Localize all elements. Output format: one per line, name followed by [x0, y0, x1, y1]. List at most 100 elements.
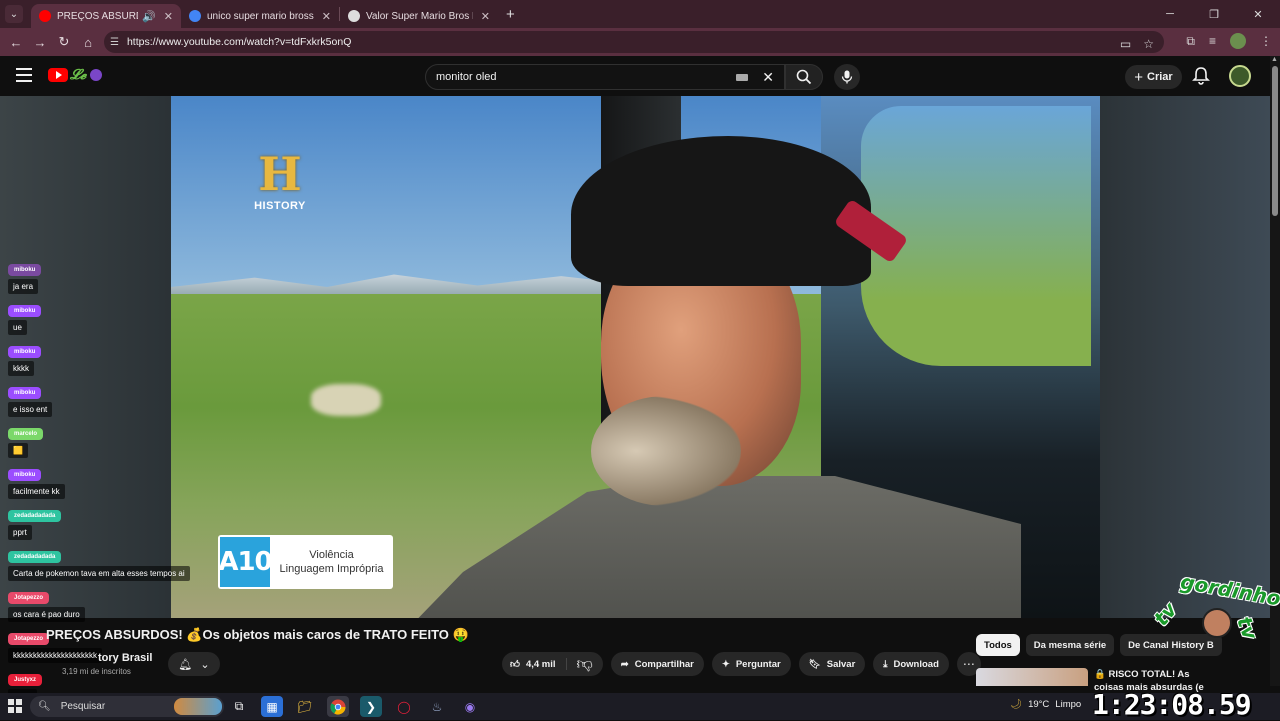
tab-title: unico super mario bross lacrado	[207, 10, 314, 22]
sparkle-icon: ✦	[721, 658, 730, 670]
search-button[interactable]	[785, 64, 823, 90]
stream-clock: 1:23:08.59	[1092, 688, 1252, 721]
search-icon: 🔍︎	[38, 701, 51, 712]
tab-close-icon[interactable]: ✕	[481, 10, 490, 23]
file-explorer-icon[interactable]: 📁︎	[294, 696, 316, 717]
minimize-icon[interactable]: ─	[1148, 8, 1192, 20]
navigation-bar: ← → ↻ ⌂ ☰ https://www.youtube.com/watch?…	[0, 28, 1280, 56]
window-close-icon[interactable]: ✕	[1236, 8, 1280, 21]
chat-message: miboku e isso ent	[8, 381, 208, 417]
search-box[interactable]: monitor oled ✕	[425, 64, 785, 90]
chat-username: marcelo	[8, 428, 44, 440]
weather-widget[interactable]: 🌙︎ 19°C Limpo	[1010, 699, 1081, 710]
store-icon[interactable]: ▦	[261, 696, 283, 717]
account-avatar[interactable]	[1229, 65, 1251, 87]
chat-username: miboku	[8, 305, 42, 317]
new-tab-icon[interactable]: +	[506, 6, 515, 23]
subscriber-count: 3,19 mi de inscritos	[62, 667, 131, 676]
menu-icon[interactable]	[16, 68, 32, 86]
like-button[interactable]: 👍︎ 4,4 mil	[502, 658, 567, 670]
page-favicon-icon	[348, 10, 360, 22]
create-button[interactable]: + Criar	[1125, 65, 1182, 89]
tab-valor-mario[interactable]: Valor Super Mario Bros Lacrado ✕	[340, 4, 498, 28]
age-rating: A10	[218, 537, 273, 587]
chat-text: 🟨	[8, 443, 28, 458]
tab-audio-icon[interactable]: 🔊	[142, 10, 156, 23]
taskbar-search[interactable]: 🔍︎ Pesquisar	[30, 696, 224, 717]
ask-button[interactable]: ✦ Perguntar	[711, 652, 791, 676]
moon-icon: 🌙︎	[1010, 699, 1023, 710]
restore-icon[interactable]: ❐	[1192, 8, 1236, 21]
chat-text: e isso ent	[8, 402, 53, 417]
thumbs-up-icon: 👍︎	[510, 659, 520, 670]
site-info-icon[interactable]: ☰	[110, 37, 119, 48]
chat-text: os cara é pao duro	[8, 607, 85, 622]
thumbs-down-icon: 👎︎	[576, 655, 593, 673]
weather-temp: 19°C	[1028, 699, 1050, 710]
youtube-doodle-logo[interactable]: 𝓛𝓮	[70, 66, 103, 83]
subscription-notifications-button[interactable]: 🔔︎ ⌄	[168, 652, 220, 676]
chrome-icon[interactable]	[327, 696, 349, 717]
chip-all[interactable]: Todos	[976, 634, 1020, 656]
forward-icon[interactable]: →	[28, 35, 52, 50]
chat-username: miboku	[8, 469, 42, 481]
save-button[interactable]: 🔖︎ Salvar	[798, 652, 866, 676]
media-control-icon[interactable]: ≡	[1209, 34, 1216, 48]
tab-search-button[interactable]: ⌄	[5, 5, 23, 23]
opera-icon[interactable]: ◯	[393, 696, 415, 717]
reload-icon[interactable]: ↻	[52, 34, 76, 50]
taskbar-search-placeholder: Pesquisar	[60, 701, 106, 712]
browser-menu-icon[interactable]: ⋮	[1260, 34, 1272, 48]
windows-taskbar: 🔍︎ Pesquisar ⧉ ▦ 📁︎ ❯ ◯ ♨ ◉ 🌙︎ 19°C Limp…	[0, 693, 1280, 720]
scroll-up-icon[interactable]: ▲	[1271, 56, 1278, 63]
video-frame-beard	[591, 396, 741, 506]
recommended-thumbnail[interactable]	[976, 668, 1088, 686]
weather-desc: Limpo	[1055, 699, 1082, 710]
tab-youtube[interactable]: PREÇOS ABSURDOS! 💰 🔊 ✕	[31, 4, 181, 28]
history-watermark-label: HISTORY	[254, 200, 306, 212]
keyboard-icon[interactable]	[736, 74, 748, 81]
tab-close-icon[interactable]: ✕	[322, 10, 331, 23]
clear-search-icon[interactable]: ✕	[762, 69, 774, 86]
chat-username: Jotapezzo	[8, 592, 50, 604]
extensions-icon[interactable]: ⧉	[1186, 34, 1195, 49]
voice-search-button[interactable]	[834, 64, 860, 90]
discord-icon[interactable]: ◉	[459, 696, 481, 717]
save-label: Salvar	[826, 658, 856, 670]
notifications-bell-icon[interactable]	[1192, 66, 1210, 86]
scrollbar-thumb[interactable]	[1272, 66, 1278, 216]
home-icon[interactable]: ⌂	[76, 35, 100, 50]
steam-icon[interactable]: ♨	[426, 696, 448, 717]
chat-username: miboku	[8, 264, 42, 276]
youtube-logo[interactable]	[48, 68, 68, 82]
microphone-icon	[841, 70, 853, 84]
address-bar[interactable]: ☰ https://www.youtube.com/watch?v=tdFxkr…	[104, 31, 1164, 53]
dislike-button[interactable]: 👎︎	[567, 655, 603, 674]
channel-name[interactable]: tory Brasil	[98, 652, 152, 664]
search-highlight-art	[174, 698, 222, 715]
task-view-icon[interactable]: ⧉	[228, 696, 250, 717]
tab-google-search[interactable]: unico super mario bross lacrado ✕	[181, 4, 339, 28]
chat-message: miboku kkkk	[8, 340, 208, 376]
chat-username: Jotapezzo	[8, 633, 50, 645]
download-button[interactable]: ⤓ Download	[873, 652, 949, 676]
video-actions: 👍︎ 4,4 mil 👎︎ ➦ Compartilhar ✦ Perguntar 🔖…	[502, 652, 981, 676]
url-text[interactable]: https://www.youtube.com/watch?v=tdFxkrk5…	[127, 36, 351, 48]
share-button[interactable]: ➦ Compartilhar	[610, 652, 704, 676]
tab-close-icon[interactable]: ✕	[164, 10, 173, 23]
back-icon[interactable]: ←	[4, 35, 28, 50]
cast-icon[interactable]: ▭	[1120, 37, 1131, 51]
share-label: Compartilhar	[634, 658, 694, 670]
terminal-app-icon[interactable]: ❯	[360, 696, 382, 717]
ask-label: Perguntar	[735, 658, 781, 670]
chip-same-series[interactable]: Da mesma série	[1025, 634, 1115, 656]
windows-start-icon[interactable]	[8, 699, 22, 713]
plus-icon: +	[1134, 68, 1144, 86]
search-input[interactable]: monitor oled	[436, 71, 497, 83]
rating-descriptors: Violência Linguagem Imprópria	[270, 548, 393, 576]
chat-message: zedadadadada pprt	[8, 504, 208, 540]
youtube-header: 𝓛𝓮 monitor oled ✕ + Criar	[0, 56, 1270, 96]
bookmark-star-icon[interactable]: ☆	[1143, 37, 1154, 51]
profile-avatar[interactable]	[1230, 33, 1246, 49]
chat-text: facilmente kk	[8, 484, 65, 499]
